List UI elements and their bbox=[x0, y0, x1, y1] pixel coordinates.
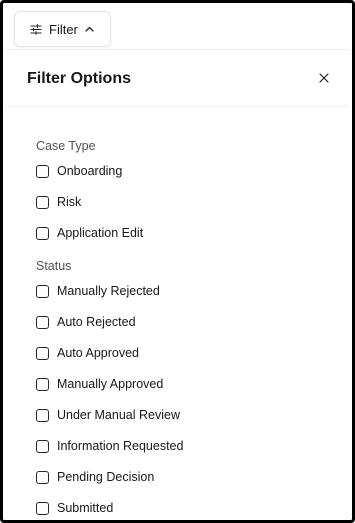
filter-options-panel: Filter Options Case Type Onboarding Risk bbox=[6, 49, 349, 520]
option-label: Auto Rejected bbox=[57, 315, 136, 329]
option-information-requested[interactable]: Information Requested bbox=[36, 436, 183, 456]
option-label: Manually Rejected bbox=[57, 284, 160, 298]
option-manually-approved[interactable]: Manually Approved bbox=[36, 374, 163, 394]
checkbox[interactable] bbox=[36, 315, 49, 329]
option-label: Auto Approved bbox=[57, 346, 140, 360]
checkbox[interactable] bbox=[36, 164, 49, 178]
close-button[interactable] bbox=[316, 70, 332, 86]
panel-title: Filter Options bbox=[27, 70, 131, 87]
close-icon bbox=[316, 73, 332, 90]
panel-header: Filter Options bbox=[6, 50, 349, 107]
option-label: Manually Approved bbox=[57, 377, 164, 391]
checkbox[interactable] bbox=[36, 377, 49, 391]
filter-button[interactable]: Filter bbox=[14, 11, 111, 47]
option-application-edit[interactable]: Application Edit bbox=[36, 223, 143, 243]
option-submitted[interactable]: Submitted bbox=[36, 498, 113, 518]
option-label: Risk bbox=[57, 195, 82, 209]
option-label: Submitted bbox=[57, 501, 114, 515]
option-label: Information Requested bbox=[57, 439, 184, 453]
checkbox[interactable] bbox=[36, 470, 49, 484]
checkbox[interactable] bbox=[36, 346, 49, 360]
option-label: Under Manual Review bbox=[57, 408, 180, 422]
option-auto-rejected[interactable]: Auto Rejected bbox=[36, 312, 136, 332]
option-label: Pending Decision bbox=[57, 470, 155, 484]
filter-button-label: Filter bbox=[49, 21, 78, 37]
checkbox[interactable] bbox=[36, 501, 49, 515]
checkbox[interactable] bbox=[36, 195, 49, 209]
sliders-icon bbox=[30, 23, 42, 35]
section-title-status: Status bbox=[36, 259, 72, 273]
option-label: Onboarding bbox=[57, 164, 123, 178]
option-pending-decision[interactable]: Pending Decision bbox=[36, 467, 154, 487]
section-title-case-type: Case Type bbox=[36, 139, 96, 153]
option-label: Application Edit bbox=[57, 226, 144, 240]
app-window: Filter Filter Options Case Type Onboardi… bbox=[0, 0, 355, 523]
option-auto-approved[interactable]: Auto Approved bbox=[36, 343, 139, 363]
checkbox[interactable] bbox=[36, 439, 49, 453]
option-under-manual-review[interactable]: Under Manual Review bbox=[36, 405, 180, 425]
checkbox[interactable] bbox=[36, 408, 49, 422]
checkbox[interactable] bbox=[36, 284, 49, 298]
option-manually-rejected[interactable]: Manually Rejected bbox=[36, 281, 160, 301]
option-onboarding[interactable]: Onboarding bbox=[36, 161, 122, 181]
checkbox[interactable] bbox=[36, 226, 49, 240]
option-risk[interactable]: Risk bbox=[36, 192, 81, 212]
chevron-up-icon bbox=[85, 26, 94, 32]
